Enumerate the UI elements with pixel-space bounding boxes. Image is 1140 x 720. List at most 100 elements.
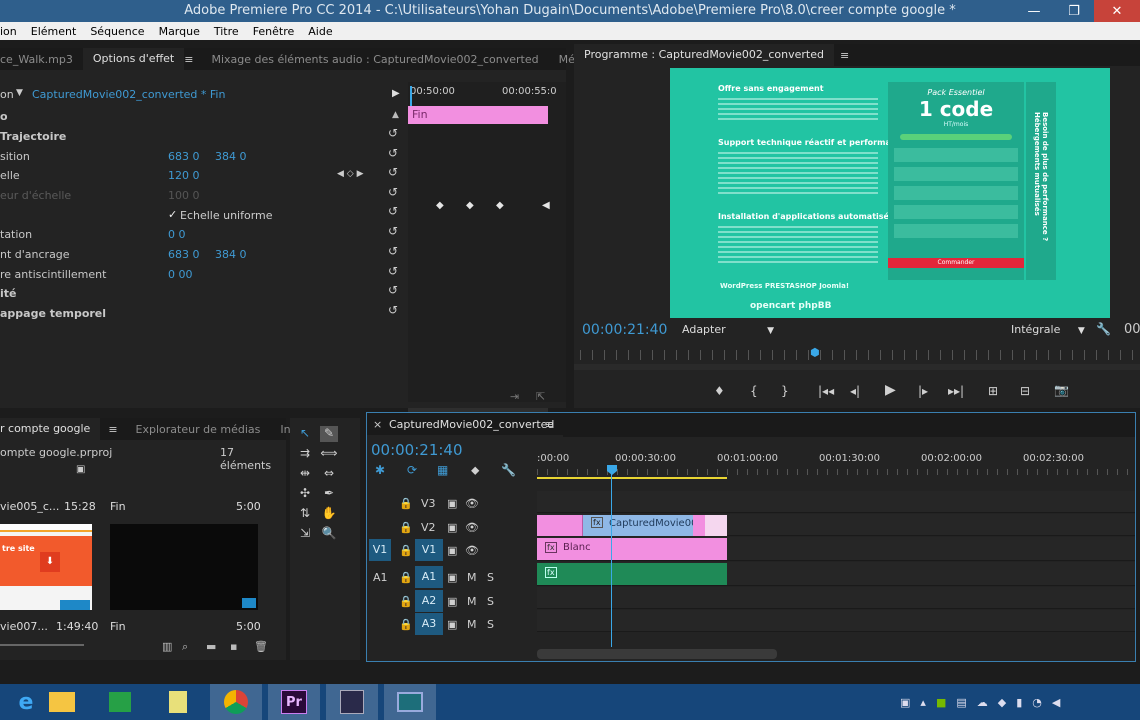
clip-a1-audio[interactable]: fx [537,563,727,585]
uniform-scale-check[interactable]: ✓ [168,208,177,221]
source-patch-v1[interactable]: V1 [369,539,391,561]
reset-icon[interactable]: ↺ [388,165,398,179]
ripple-edit-tool-icon[interactable]: ⟺ [320,446,338,462]
program-scrub-bar[interactable] [580,350,1136,360]
explorer-icon[interactable] [36,684,88,720]
reset-icon[interactable]: ↺ [388,185,398,199]
rate-stretch-tool-icon[interactable]: ⇔ [320,466,338,482]
export-icon[interactable]: ⇥ [510,390,519,403]
project-thumbnail-website[interactable]: tre site ⬇ [0,524,92,610]
keyframe-3[interactable]: ◆ [496,200,504,211]
tray-cloud-icon[interactable]: ☁ [977,696,988,709]
sync-icon[interactable]: ▣ [447,497,457,510]
tab-media-browser[interactable]: Explorateur de médias [126,423,271,436]
mute-button[interactable]: M [467,571,477,584]
program-monitor-title[interactable]: Programme : CapturedMovie002_converted [574,44,834,66]
zoom-tool-icon[interactable]: ⇲ [296,526,314,542]
solo-button[interactable]: S [487,571,494,584]
project-thumbnail-black[interactable] [110,524,258,610]
solo-button[interactable]: S [487,618,494,631]
go-to-out-button[interactable]: ▸▸| [948,384,964,398]
timeline-scrollbar[interactable] [537,649,777,659]
mute-button[interactable]: M [467,595,477,608]
mark-in-button[interactable]: { [750,384,758,398]
timeline-marker-icon[interactable]: ⬥ [471,463,479,478]
lift-button[interactable]: ⊞ [988,384,998,398]
extract-button[interactable]: ⊟ [1020,384,1030,398]
lock-icon[interactable]: 🔒 [399,521,413,534]
wrench-icon[interactable]: 🔧 [1096,322,1111,336]
slip-tool-icon[interactable]: ✣ [296,486,314,502]
project-item-name[interactable]: vie005_c... [0,500,59,513]
clip-v2-end[interactable] [705,515,727,536]
sync-icon[interactable]: ▣ [447,521,457,534]
step-back-button[interactable]: ◂| [850,384,860,398]
timeline-settings-icon[interactable]: 🔧 [501,463,516,477]
close-icon[interactable]: × [373,418,382,431]
mark-out-button[interactable]: } [781,384,789,398]
menu-item-edition[interactable]: ion [0,25,24,38]
tab-audio-file[interactable]: ce_Walk.mp3 [0,53,83,66]
tray-nvidia-icon[interactable]: ■ [936,696,946,709]
go-to-in-button[interactable]: |◂◂ [818,384,834,398]
timeline-ruler[interactable]: :00:00 00:00:30:00 00:01:00:00 00:01:30:… [537,447,1135,479]
lock-icon[interactable]: 🔒 [399,497,413,510]
keyframe-1[interactable]: ◆ [436,200,444,211]
tab-menu-icon[interactable]: ≡ [108,423,117,436]
menu-item-sequence[interactable]: Séquence [83,25,151,38]
tab-audio-mixer[interactable]: Mixage des éléments audio : CapturedMovi… [201,53,548,66]
track-name-v3[interactable]: V3 [421,497,436,510]
keyframe-4[interactable]: ◀ [542,200,550,211]
effect-clip-bar[interactable]: Fin [408,106,548,124]
tab-menu-icon[interactable]: ≡ [545,418,554,431]
position-x-value[interactable]: 683 0 [168,150,200,163]
tray-bell-icon[interactable]: ▴ [920,696,926,709]
lock-icon[interactable]: 🔒 [399,571,413,584]
reset-icon[interactable]: ↺ [388,224,398,238]
position-y-value[interactable]: 384 0 [215,150,247,163]
work-area-bar[interactable] [537,477,727,479]
new-item-icon[interactable]: ▪ [230,640,237,653]
store-icon[interactable] [94,684,146,720]
razor-tool-icon[interactable]: ✎ [320,426,338,442]
mute-button[interactable]: M [467,618,477,631]
keyframe-nav-icons[interactable]: ◀ ◇ ▶ [337,169,364,179]
marker-button[interactable]: ♦ [714,384,725,398]
track-name-a2[interactable]: A2 [415,590,443,612]
list-view-icon[interactable]: ▥ [162,640,172,653]
reset-icon[interactable]: ↺ [388,303,398,317]
anchor-y-value[interactable]: 384 0 [215,248,247,261]
hand-tool-icon[interactable]: ✋ [320,506,338,522]
tab-menu-icon[interactable]: ≡ [184,53,193,66]
eye-icon[interactable]: 👁 [465,544,479,557]
clip-v2-main[interactable]: fx CapturedMovie00 [583,515,693,536]
sync-icon[interactable]: ▣ [447,595,457,608]
snap-icon[interactable]: ✱ [375,463,385,477]
maximize-button[interactable]: ❐ [1054,0,1094,22]
pen-tool-icon[interactable]: ✒ [320,486,338,502]
solo-button[interactable]: S [487,595,494,608]
timeline-tab-label[interactable]: CapturedMovie002_converted [389,418,554,431]
track-lane-a2[interactable] [537,587,1135,609]
tray-wifi-icon[interactable]: ◔ [1032,696,1042,709]
tray-volume-icon[interactable]: ◀ [1052,696,1060,709]
clip-v2-tail[interactable] [693,515,705,536]
tab-effect-options[interactable]: Options d'effet [82,48,185,70]
anchor-x-value[interactable]: 683 0 [168,248,200,261]
lock-icon[interactable]: 🔒 [399,618,413,631]
source-patch-a1[interactable]: A1 [373,571,388,584]
project-item-name[interactable]: vie007... [0,620,48,633]
timeline-timecode[interactable]: 00:00:21:40 [371,441,463,459]
reset-icon[interactable]: ↺ [388,126,398,140]
project-zoom-slider[interactable] [0,644,84,646]
program-timecode[interactable]: 00:00:21:40 [582,322,667,338]
play-button[interactable]: ▶ [885,382,896,398]
lock-icon[interactable]: 🔒 [399,595,413,608]
rotation-value[interactable]: 0 0 [168,228,186,241]
magnifier-tool-icon[interactable]: 🔍 [320,526,338,542]
track-name-v1[interactable]: V1 [415,539,443,561]
tab-project[interactable]: r compte google [0,418,101,440]
tab-menu-icon[interactable]: ≡ [840,49,849,62]
project-item-name[interactable]: Fin [110,620,126,633]
add-marker-grid-icon[interactable]: ▦ [437,463,448,477]
